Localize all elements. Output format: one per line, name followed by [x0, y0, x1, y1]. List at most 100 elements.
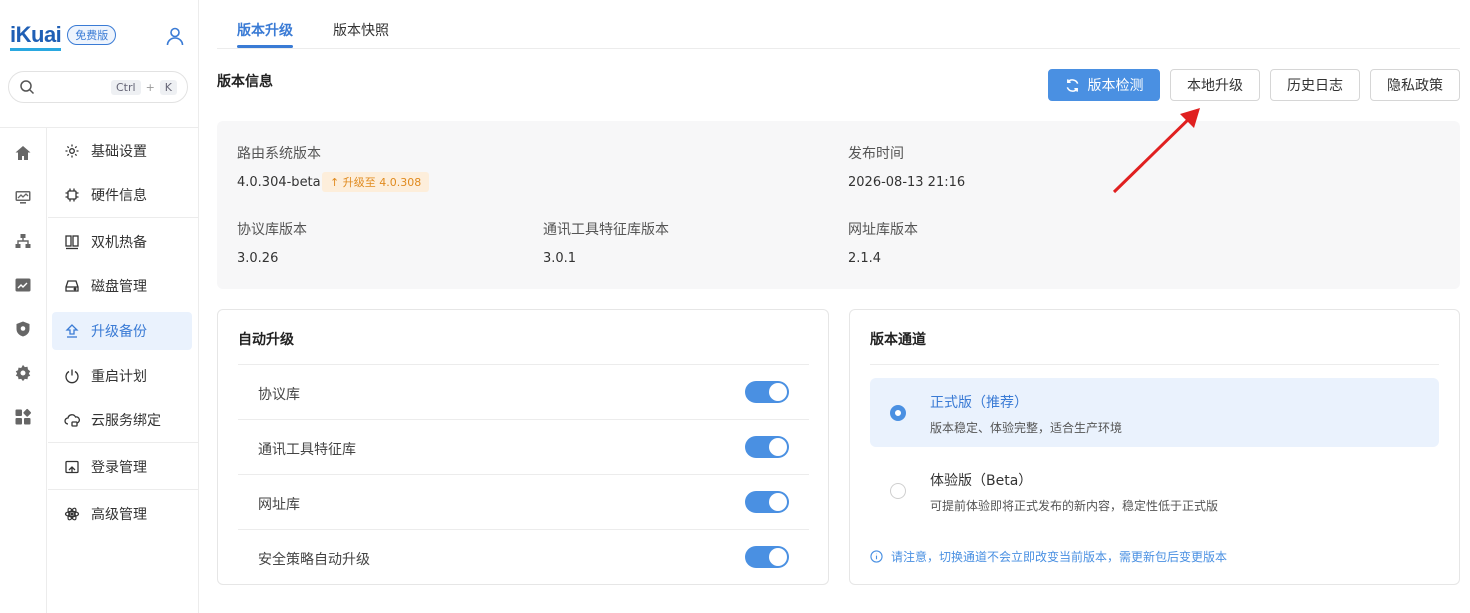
chip-icon: [65, 188, 79, 202]
apps-icon[interactable]: [14, 408, 32, 426]
privacy-policy-button[interactable]: 隐私政策: [1370, 69, 1460, 101]
router-version-label: 路由系统版本: [237, 146, 321, 162]
version-channel-title: 版本通道: [870, 332, 926, 348]
side-menu: 基础设置 硬件信息 双机热备 磁盘管理 升级备份 重启计划 云服务绑定 登录管理…: [48, 127, 198, 536]
row-label: 通讯工具特征库: [258, 442, 356, 458]
notice-text: 请注意，切换通道不会立即改变当前版本，需更新包后变更版本: [891, 550, 1228, 564]
menu-item-disk[interactable]: 磁盘管理: [48, 264, 198, 308]
edition-badge: 免费版: [67, 25, 117, 45]
info-icon: [870, 550, 883, 563]
row-label: 协议库: [258, 387, 300, 403]
upgrade-available-tag[interactable]: ↑ 升级至 4.0.308: [322, 172, 430, 192]
brand: iKuai 免费版: [10, 20, 117, 51]
divider: [48, 217, 198, 218]
menu-item-reboot-plan[interactable]: 重启计划: [48, 354, 198, 398]
search-icon: [20, 80, 35, 95]
channel-option-stable[interactable]: 正式版（推荐） 版本稳定、体验完整，适合生产环境: [870, 378, 1439, 447]
comm-lib-value: 3.0.1: [543, 251, 577, 266]
auto-upgrade-card: 自动升级 协议库 通讯工具特征库 网址库 安全策略自动升级: [217, 309, 829, 585]
release-time-label: 发布时间: [848, 146, 904, 162]
atom-icon: [64, 507, 80, 521]
auto-upgrade-row: 网址库: [238, 474, 809, 529]
row-label: 安全策略自动升级: [258, 552, 370, 568]
auto-upgrade-row: 安全策略自动升级: [238, 529, 809, 584]
version-check-button[interactable]: 版本检测: [1048, 69, 1160, 101]
radio-unselected[interactable]: [890, 483, 906, 499]
shortcut-key-ctrl: Ctrl: [110, 79, 141, 95]
upgrade-icon: [65, 324, 79, 338]
protocol-lib-toggle[interactable]: [745, 381, 789, 403]
menu-item-label: 高级管理: [91, 507, 147, 523]
version-check-label: 版本检测: [1087, 78, 1144, 94]
home-icon[interactable]: [14, 144, 32, 162]
menu-item-label: 双机热备: [91, 235, 147, 251]
protocol-lib-value: 3.0.26: [237, 251, 279, 266]
option-desc: 可提前体验即将正式发布的新内容，稳定性低于正式版: [930, 499, 1219, 513]
divider: [48, 442, 198, 443]
menu-item-dual-hot-standby[interactable]: 双机热备: [48, 220, 198, 264]
menu-item-upgrade-backup[interactable]: 升级备份: [52, 312, 192, 350]
auto-upgrade-title: 自动升级: [238, 332, 294, 348]
disk-icon: [65, 280, 79, 292]
history-log-button[interactable]: 历史日志: [1270, 69, 1360, 101]
version-info-panel: 路由系统版本 4.0.304-beta ↑ 升级至 4.0.308 发布时间 2…: [217, 121, 1460, 289]
router-version-value: 4.0.304-beta: [237, 175, 321, 190]
menu-item-login-management[interactable]: 登录管理: [48, 445, 198, 489]
logo-underline: [10, 48, 62, 51]
radio-selected[interactable]: [890, 405, 906, 421]
menu-item-label: 磁盘管理: [91, 279, 147, 295]
menu-item-label: 硬件信息: [91, 188, 147, 204]
auto-upgrade-row: 通讯工具特征库: [238, 419, 809, 474]
comm-lib-toggle[interactable]: [745, 436, 789, 458]
release-time-value: 2026-08-13 21:16: [848, 175, 966, 190]
cloud-lock-icon: [64, 414, 80, 427]
settings-icon[interactable]: [14, 364, 32, 382]
tab-version-upgrade[interactable]: 版本升级: [237, 20, 293, 40]
url-lib-toggle[interactable]: [745, 491, 789, 513]
version-channel-card: 版本通道 正式版（推荐） 版本稳定、体验完整，适合生产环境 体验版（Beta） …: [849, 309, 1460, 585]
login-icon: [65, 460, 79, 474]
active-tab-indicator: [237, 45, 293, 48]
screen-chart-icon[interactable]: [14, 276, 32, 294]
menu-item-advanced[interactable]: 高级管理: [48, 492, 198, 536]
option-title: 体验版（Beta）: [930, 473, 1033, 489]
menu-item-cloud-binding[interactable]: 云服务绑定: [48, 398, 198, 442]
menu-item-hardware[interactable]: 硬件信息: [48, 173, 198, 217]
power-icon: [65, 369, 79, 384]
menu-item-label: 基础设置: [91, 144, 147, 160]
icon-rail: [0, 127, 47, 613]
monitor-icon[interactable]: [14, 188, 32, 206]
shortcut-key-k: K: [159, 79, 177, 95]
gear-icon: [65, 144, 79, 158]
menu-item-label: 重启计划: [91, 369, 147, 385]
menu-item-label: 云服务绑定: [91, 413, 161, 429]
menu-item-label: 升级备份: [91, 324, 147, 340]
option-desc: 版本稳定、体验完整，适合生产环境: [930, 421, 1123, 435]
shield-icon[interactable]: [14, 320, 32, 338]
network-icon[interactable]: [14, 232, 32, 250]
channel-option-beta[interactable]: 体验版（Beta） 可提前体验即将正式发布的新内容，稳定性低于正式版: [870, 456, 1439, 525]
row-label: 网址库: [258, 497, 300, 513]
menu-item-basic-settings[interactable]: 基础设置: [48, 129, 198, 173]
option-title: 正式版（推荐）: [930, 395, 1028, 411]
menu-item-label: 登录管理: [91, 460, 147, 476]
tab-bar: 版本升级 版本快照: [217, 0, 1460, 49]
url-lib-value: 2.1.4: [848, 251, 882, 266]
dual-server-icon: [65, 235, 79, 250]
user-icon[interactable]: [165, 26, 185, 46]
protocol-lib-label: 协议库版本: [237, 222, 307, 238]
channel-notice: 请注意，切换通道不会立即改变当前版本，需更新包后变更版本: [870, 548, 1227, 565]
section-title: 版本信息: [217, 74, 273, 90]
url-lib-label: 网址库版本: [848, 222, 918, 238]
divider: [48, 489, 198, 490]
search-box[interactable]: Ctrl + K: [8, 71, 188, 103]
tab-version-snapshot[interactable]: 版本快照: [333, 20, 389, 40]
comm-lib-label: 通讯工具特征库版本: [543, 222, 669, 238]
auto-upgrade-row: 协议库: [238, 364, 809, 419]
local-upgrade-button[interactable]: 本地升级: [1170, 69, 1260, 101]
shortcut-plus: +: [145, 80, 155, 94]
logo: iKuai: [10, 22, 62, 51]
divider: [870, 364, 1439, 365]
sidebar: iKuai 免费版 Ctrl + K 基础设置 硬件信息 双机热备 磁盘管理 升…: [0, 0, 199, 613]
security-policy-toggle[interactable]: [745, 546, 789, 568]
